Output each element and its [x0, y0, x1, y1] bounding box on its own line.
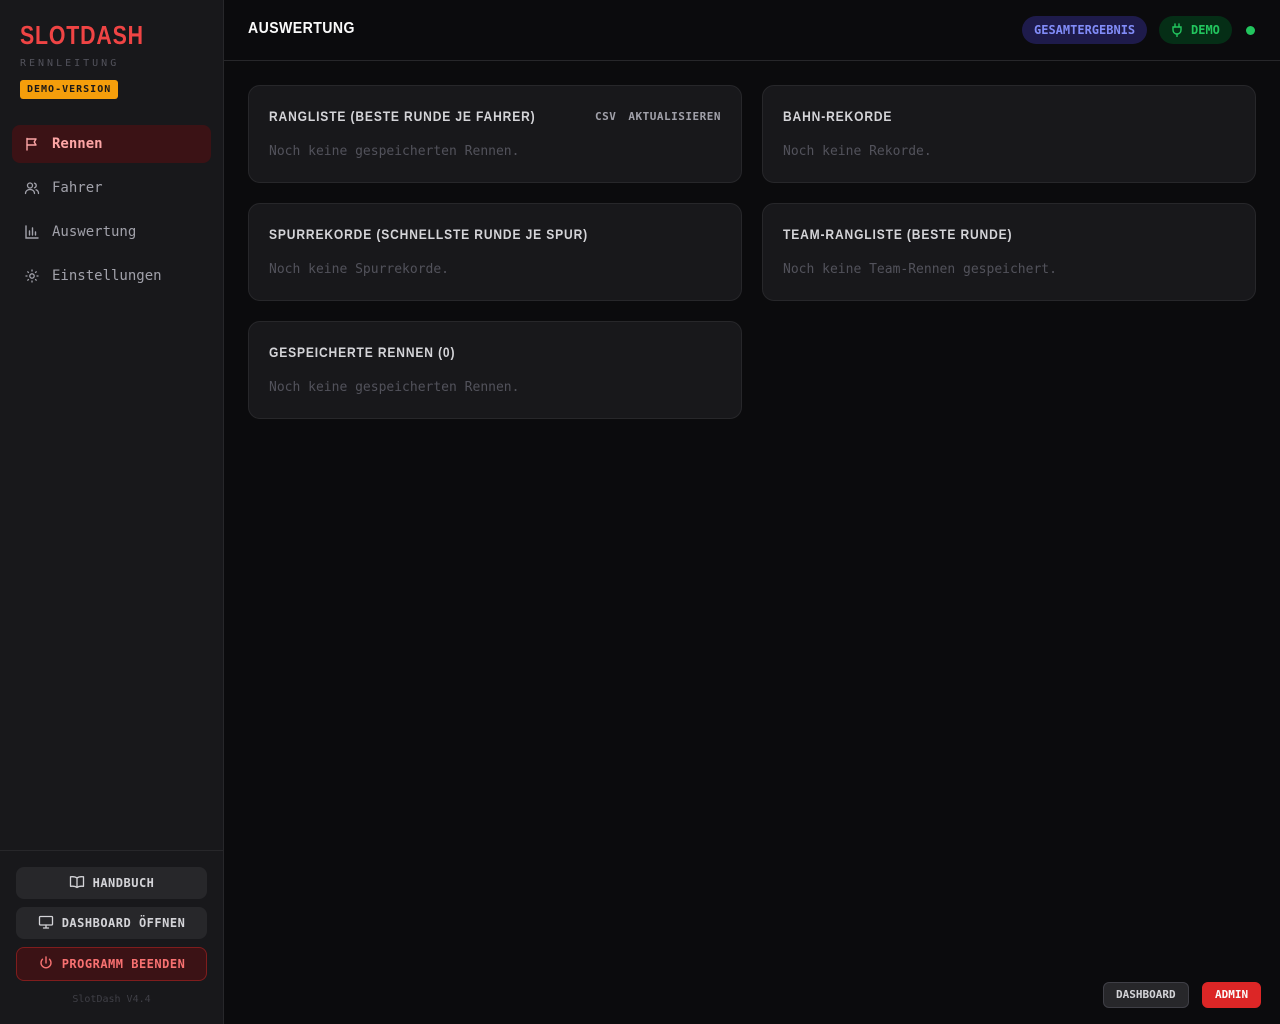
sidebar-item-label: Auswertung — [52, 224, 137, 240]
demo-connection-pill[interactable]: DEMO — [1159, 16, 1232, 44]
empty-state-text: Noch keine Spurrekorde. — [269, 262, 450, 277]
sidebar-item-auswertung[interactable]: Auswertung — [12, 213, 211, 251]
version-label: SlotDash V4.4 — [72, 994, 151, 1005]
card-title: GESPEICHERTE RENNEN (0) — [269, 344, 456, 360]
sidebar-item-label: Rennen — [52, 136, 103, 152]
brand-logo: SLOTDASH — [20, 20, 144, 50]
sidebar: SLOTDASH RENNLEITUNG DEMO-VERSION Rennen… — [0, 0, 224, 1024]
lane-records-card: SPURREKORDE (SCHNELLSTE RUNDE JE SPUR) N… — [248, 203, 742, 301]
sidebar-nav: Rennen Fahrer Auswertung Einstellungen — [12, 125, 211, 301]
handbook-label: HANDBUCH — [92, 876, 155, 890]
open-dashboard-button[interactable]: DASHBOARD ÖFFNEN — [16, 907, 207, 939]
sidebar-item-einstellungen[interactable]: Einstellungen — [12, 257, 211, 295]
sidebar-item-label: Einstellungen — [52, 268, 162, 284]
book-icon — [69, 875, 85, 892]
refresh-button[interactable]: AKTUALISIEREN — [628, 110, 721, 123]
card-title: SPURREKORDE (SCHNELLSTE RUNDE JE SPUR) — [269, 226, 589, 242]
card-actions: CSV AKTUALISIEREN — [595, 110, 721, 123]
quit-program-button[interactable]: PROGRAMM BEENDEN — [16, 947, 207, 981]
card-title: RANGLISTE (BESTE RUNDE JE FAHRER) — [269, 108, 536, 124]
plug-icon — [1171, 23, 1183, 37]
overall-result-pill[interactable]: GESAMTERGEBNIS — [1022, 16, 1148, 44]
sidebar-footer-divider — [0, 850, 223, 851]
overall-result-label: GESAMTERGEBNIS — [1034, 23, 1136, 37]
card-title: TEAM-RANGLISTE (BESTE RUNDE) — [783, 226, 1013, 242]
demo-pill-label: DEMO — [1191, 23, 1220, 37]
top-header: AUSWERTUNG GESAMTERGEBNIS DEMO — [224, 0, 1280, 61]
sidebar-item-fahrer[interactable]: Fahrer — [12, 169, 211, 207]
team-leaderboard-card: TEAM-RANGLISTE (BESTE RUNDE) Noch keine … — [762, 203, 1256, 301]
admin-mode-button[interactable]: ADMIN — [1202, 982, 1262, 1008]
empty-state-text: Noch keine gespeicherten Rennen. — [269, 144, 520, 159]
empty-state-text: Noch keine Team-Rennen gespeichert. — [783, 262, 1057, 277]
csv-export-button[interactable]: CSV — [595, 110, 616, 123]
page-title: AUSWERTUNG — [248, 20, 355, 37]
saved-races-card: GESPEICHERTE RENNEN (0) Noch keine gespe… — [248, 321, 742, 419]
sidebar-item-rennen[interactable]: Rennen — [12, 125, 211, 163]
monitor-icon — [38, 915, 54, 932]
dashboard-mode-button[interactable]: DASHBOARD — [1103, 982, 1189, 1008]
power-icon — [38, 955, 54, 974]
empty-state-text: Noch keine Rekorde. — [783, 144, 932, 159]
demo-version-badge: DEMO-VERSION — [20, 80, 119, 99]
connection-status-dot — [1246, 26, 1255, 35]
bar-chart-icon — [24, 224, 40, 240]
open-dashboard-label: DASHBOARD ÖFFNEN — [61, 916, 186, 930]
flag-icon — [24, 136, 40, 152]
leaderboard-card: RANGLISTE (BESTE RUNDE JE FAHRER) CSV AK… — [248, 85, 742, 183]
card-title: BAHN-REKORDE — [783, 108, 893, 124]
sidebar-item-label: Fahrer — [52, 180, 103, 196]
handbook-button[interactable]: HANDBUCH — [16, 867, 207, 899]
gear-icon — [24, 268, 40, 284]
empty-state-text: Noch keine gespeicherten Rennen. — [269, 380, 520, 395]
brand-subtitle: RENNLEITUNG — [20, 58, 120, 69]
users-icon — [24, 180, 40, 196]
quit-program-label: PROGRAMM BEENDEN — [61, 957, 186, 971]
track-records-card: BAHN-REKORDE Noch keine Rekorde. — [762, 85, 1256, 183]
